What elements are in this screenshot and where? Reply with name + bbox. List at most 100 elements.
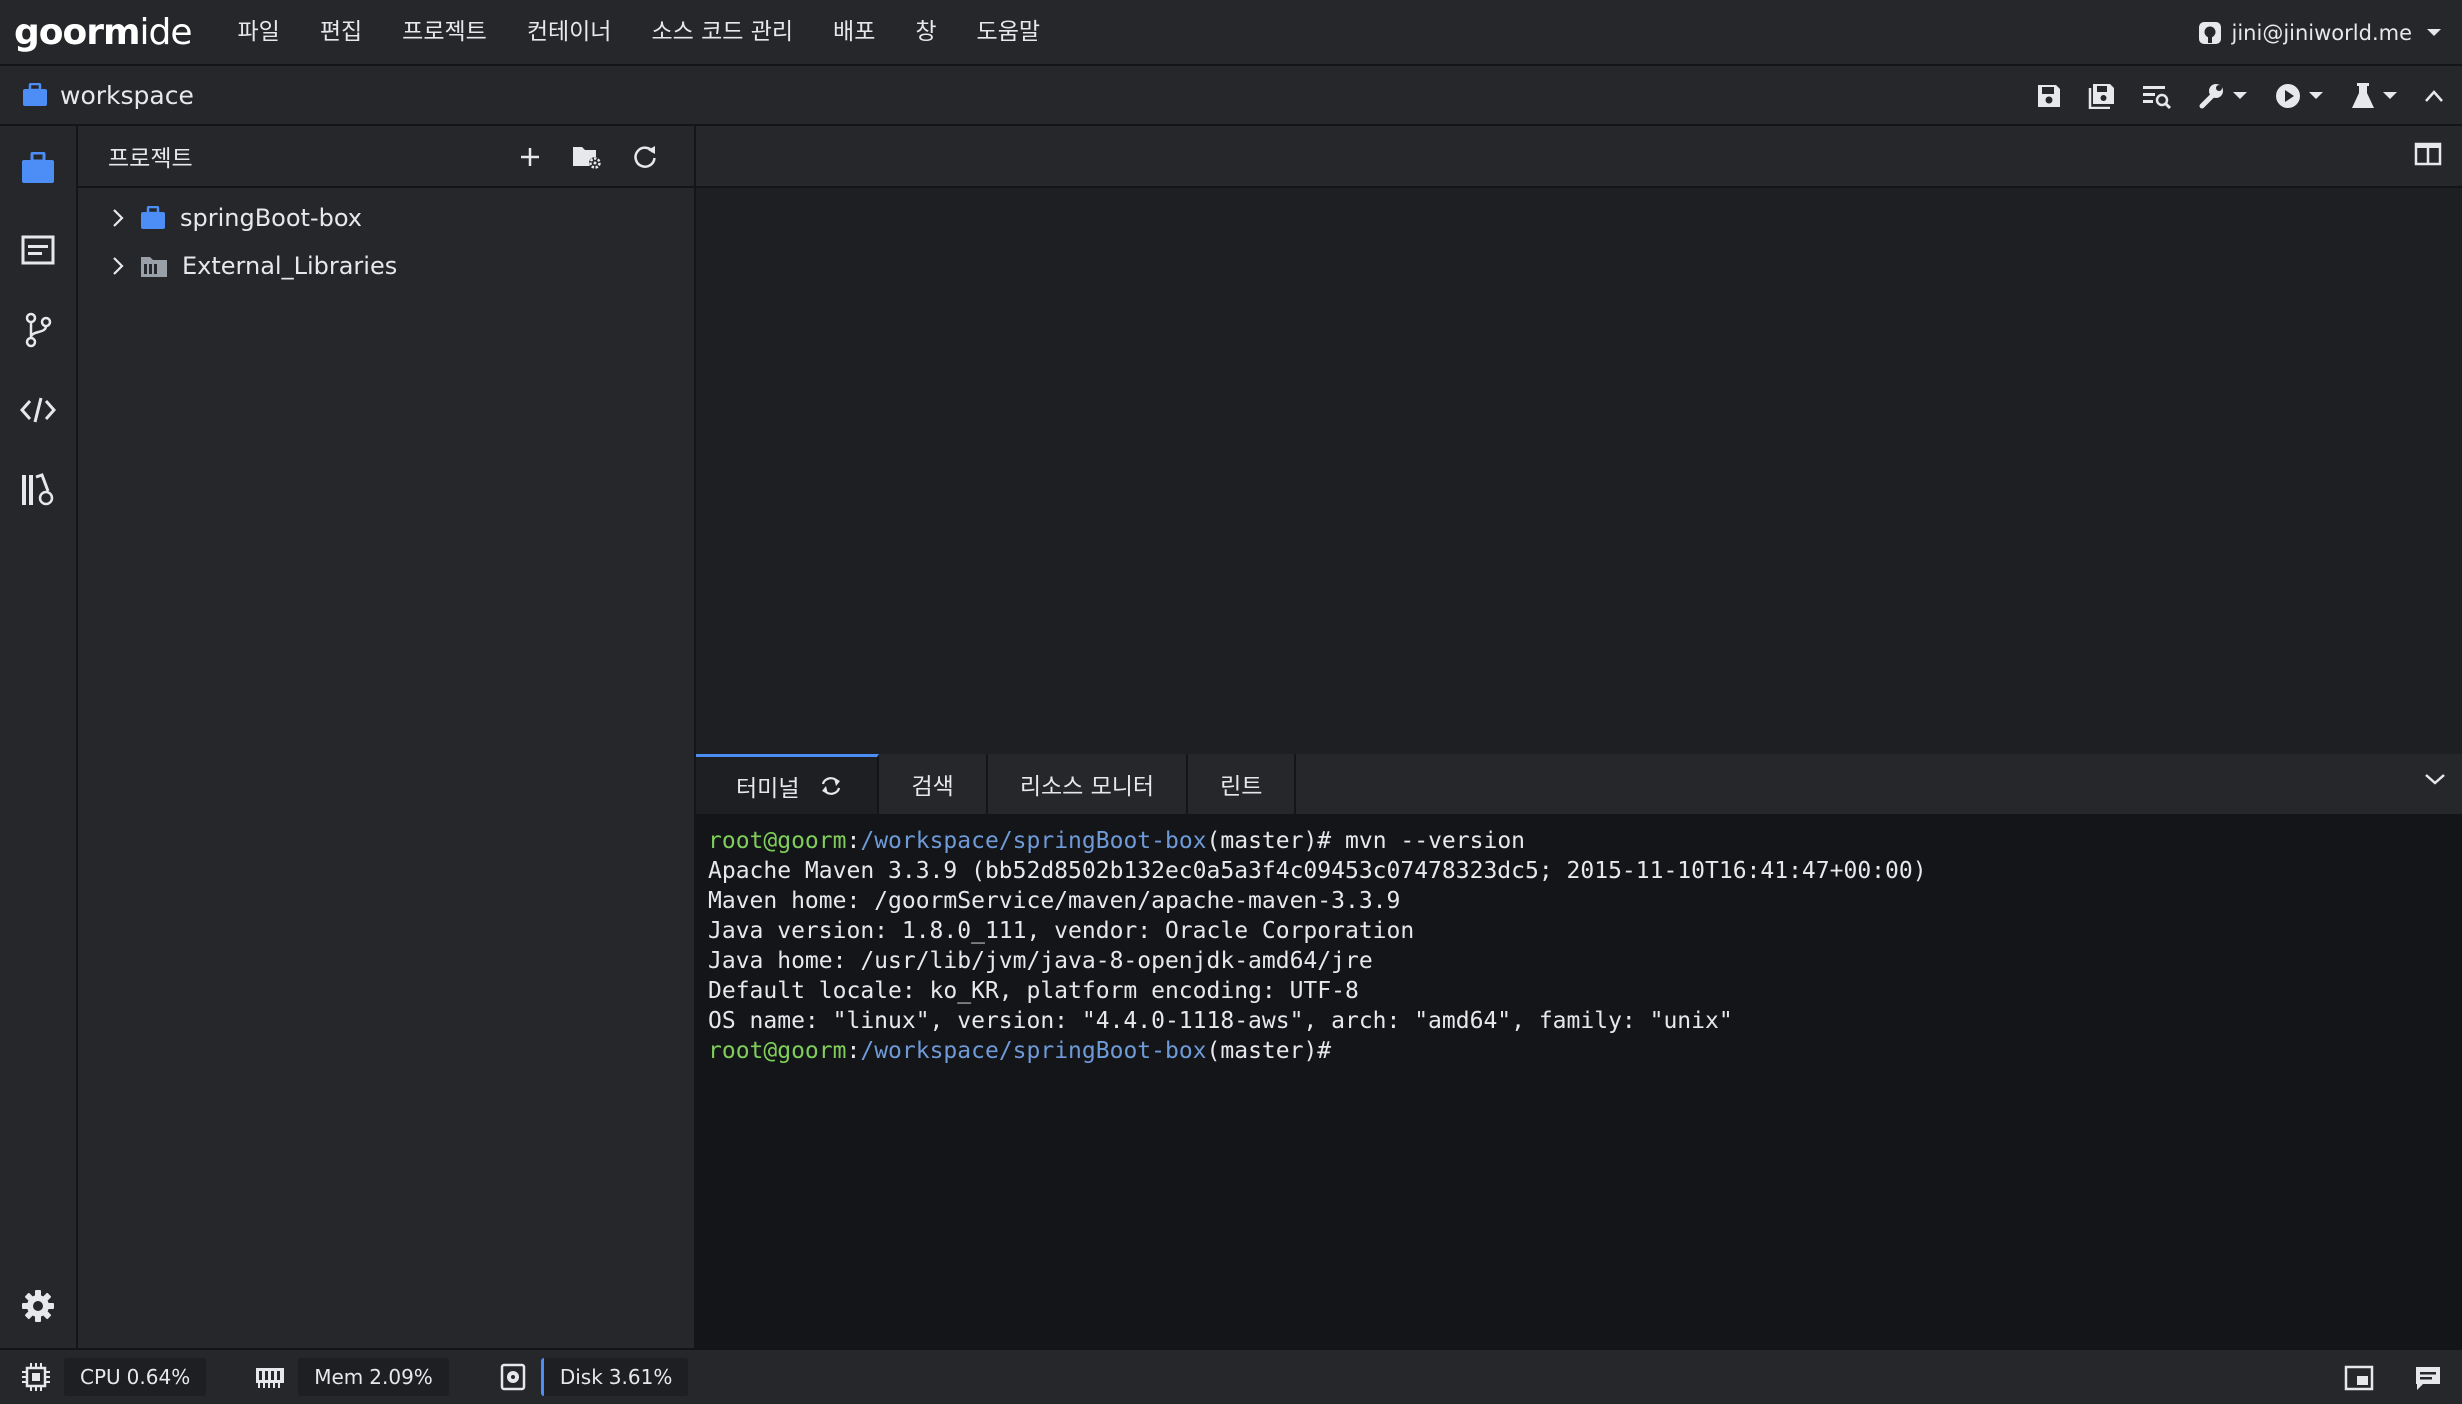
menu-edit[interactable]: 편집 bbox=[300, 0, 382, 65]
chevron-down-icon bbox=[2309, 92, 2323, 99]
chevron-up-icon bbox=[2425, 90, 2443, 102]
user-menu[interactable]: jini@jiniworld.me bbox=[2198, 0, 2443, 66]
mem-label: Mem bbox=[314, 1365, 364, 1389]
github-icon bbox=[2198, 21, 2222, 45]
collapse-panel-button[interactable] bbox=[2424, 772, 2446, 786]
briefcase-icon bbox=[22, 152, 54, 183]
cpu-usage: CPU 0.64% bbox=[64, 1358, 207, 1396]
terminal-line: root@goorm:/workspace/springBoot-box(mas… bbox=[708, 826, 2462, 856]
menu-help[interactable]: 도움말 bbox=[957, 0, 1060, 65]
tab-search[interactable]: 검색 bbox=[879, 754, 988, 814]
tab-label: 검색 bbox=[911, 774, 954, 800]
play-icon bbox=[2276, 84, 2300, 108]
prompt-sep: : bbox=[846, 828, 861, 854]
disk-usage: Disk 3.61% bbox=[540, 1358, 689, 1396]
run-dropdown[interactable] bbox=[2274, 82, 2324, 110]
menu-bar: goorm ide 파일 편집 프로젝트 컨테이너 소스 코드 관리 배포 창 도… bbox=[0, 0, 2462, 66]
panel-layout-icon bbox=[2344, 1365, 2374, 1391]
menu-project[interactable]: 프로젝트 bbox=[382, 0, 507, 65]
terminal-line: root@goorm:/workspace/springBoot-box(mas… bbox=[708, 1036, 2462, 1066]
menu-container[interactable]: 컨테이너 bbox=[507, 0, 632, 65]
terminal-line: Maven home: /goormService/maven/apache-m… bbox=[708, 888, 1401, 914]
test-dropdown[interactable] bbox=[2350, 82, 2398, 110]
status-bar-right bbox=[2304, 1350, 2442, 1404]
save-all-icon bbox=[2088, 84, 2114, 109]
tab-label: 린트 bbox=[1220, 774, 1263, 800]
cpu-label: CPU bbox=[80, 1365, 121, 1389]
briefcase-icon bbox=[22, 83, 48, 107]
workspace-title: workspace bbox=[60, 80, 194, 110]
project-settings-button[interactable] bbox=[572, 144, 602, 170]
menu-scm[interactable]: 소스 코드 관리 bbox=[631, 0, 813, 65]
library-button[interactable] bbox=[18, 470, 58, 510]
code-button[interactable] bbox=[18, 390, 58, 430]
refresh-icon bbox=[634, 146, 656, 168]
save-button[interactable] bbox=[2036, 83, 2062, 109]
chevron-down-icon bbox=[2233, 92, 2247, 99]
terminal-refresh-icon[interactable] bbox=[819, 775, 843, 797]
mem-value: 2.09% bbox=[369, 1365, 433, 1389]
cpu-value: 0.64% bbox=[126, 1365, 191, 1389]
chat-button[interactable] bbox=[2414, 1365, 2442, 1391]
source-control-button[interactable] bbox=[18, 310, 58, 350]
project-panel-header: 프로젝트 bbox=[78, 126, 694, 188]
terminal-line: OS name: "linux", version: "4.4.0-1118-a… bbox=[708, 1008, 1733, 1034]
terminal-line: Apache Maven 3.3.9 (bb52d8502b132ec0a5a3… bbox=[708, 858, 1927, 884]
briefcase-icon bbox=[140, 206, 166, 230]
menu-file[interactable]: 파일 bbox=[218, 0, 300, 65]
project-panel: 프로젝트 springBoot-box External_Libraries bbox=[78, 126, 696, 1348]
layout-toggle-button[interactable] bbox=[2344, 1365, 2374, 1391]
menu-deploy[interactable]: 배포 bbox=[813, 0, 895, 65]
disk-value: 3.61% bbox=[608, 1365, 673, 1389]
terminal-line: Java version: 1.8.0_111, vendor: Oracle … bbox=[708, 918, 1415, 944]
git-branch-icon bbox=[25, 312, 52, 348]
tab-resource-monitor[interactable]: 리소스 모니터 bbox=[988, 754, 1189, 814]
chat-icon bbox=[2416, 1367, 2440, 1390]
tree-item-external-libraries[interactable]: External_Libraries bbox=[78, 242, 694, 290]
status-bar: CPU 0.64% Mem 2.09% Disk 3.61% bbox=[0, 1348, 2462, 1404]
outline-button[interactable] bbox=[18, 230, 58, 270]
memory-icon bbox=[252, 1365, 288, 1389]
gear-icon bbox=[22, 1290, 54, 1322]
flask-icon bbox=[2352, 83, 2374, 108]
bottom-panel-tabs: 터미널 검색 리소스 모니터 린트 bbox=[696, 754, 2462, 814]
library-icon bbox=[22, 473, 54, 506]
cpu-icon bbox=[18, 1362, 54, 1392]
prompt-user: root@goorm bbox=[708, 828, 847, 854]
chevron-right-icon[interactable] bbox=[112, 256, 124, 276]
editor-tab-bar bbox=[696, 126, 2462, 188]
terminal-output[interactable]: root@goorm:/workspace/springBoot-box(mas… bbox=[696, 814, 2462, 1066]
user-email: jini@jiniworld.me bbox=[2231, 21, 2413, 45]
tab-label: 터미널 bbox=[736, 775, 800, 802]
tab-terminal[interactable]: 터미널 bbox=[696, 754, 880, 814]
new-project-button[interactable] bbox=[518, 145, 542, 169]
find-in-files-button[interactable] bbox=[2142, 83, 2172, 109]
save-all-button[interactable] bbox=[2088, 83, 2116, 109]
ide-window: goorm ide 파일 편집 프로젝트 컨테이너 소스 코드 관리 배포 창 도… bbox=[0, 0, 2462, 1404]
project-explorer-button[interactable] bbox=[18, 148, 58, 188]
terminal-line: Default locale: ko_KR, platform encoding… bbox=[708, 978, 1359, 1004]
split-editor-button[interactable] bbox=[2414, 142, 2442, 166]
workspace-toolbar bbox=[2010, 66, 2444, 126]
collapse-toolbar-button[interactable] bbox=[2424, 89, 2444, 103]
menu-window[interactable]: 창 bbox=[895, 0, 956, 65]
project-panel-actions bbox=[488, 126, 658, 188]
tree-item-springboot-box[interactable]: springBoot-box bbox=[78, 194, 694, 242]
activity-bar bbox=[0, 126, 78, 1348]
prompt-path: /workspace/springBoot-box bbox=[860, 828, 1207, 854]
chevron-right-icon[interactable] bbox=[112, 208, 124, 228]
prompt-branch: (master)# bbox=[1206, 828, 1332, 854]
main-menu: 파일 편집 프로젝트 컨테이너 소스 코드 관리 배포 창 도움말 bbox=[218, 0, 1061, 65]
refresh-button[interactable] bbox=[632, 144, 658, 170]
tab-label: 리소스 모니터 bbox=[1019, 774, 1155, 800]
tree-item-label: External_Libraries bbox=[182, 252, 398, 280]
tab-lint[interactable]: 린트 bbox=[1188, 754, 1297, 814]
logo-goorm: goorm bbox=[14, 11, 140, 53]
goormide-logo[interactable]: goorm ide bbox=[14, 0, 193, 65]
prompt-branch: (master)# bbox=[1206, 1038, 1332, 1064]
editor-area[interactable] bbox=[696, 126, 2462, 754]
settings-button[interactable] bbox=[18, 1286, 58, 1326]
build-dropdown[interactable] bbox=[2198, 82, 2248, 110]
split-view-icon bbox=[2414, 142, 2442, 166]
tree-item-label: springBoot-box bbox=[180, 204, 363, 232]
